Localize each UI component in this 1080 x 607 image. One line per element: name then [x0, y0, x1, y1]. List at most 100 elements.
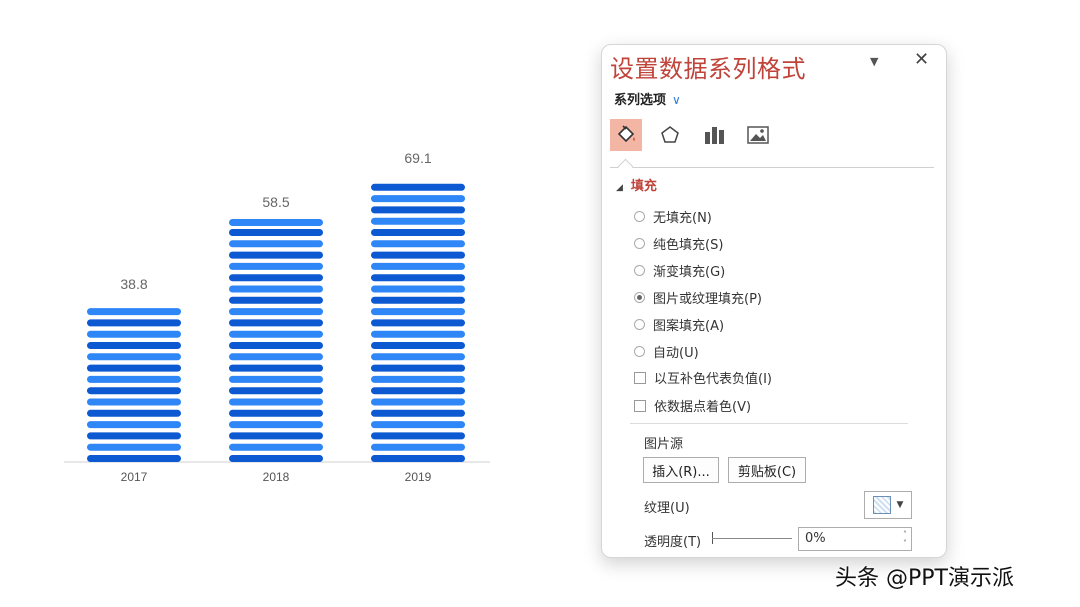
tab-fill-line[interactable] — [610, 119, 642, 151]
option-label: 无填充(N) — [653, 211, 712, 226]
bar-stripe — [229, 285, 323, 293]
transparency-label: 透明度(T) — [644, 535, 702, 550]
bar-stripe — [371, 421, 465, 429]
fill-section-label: 填充 — [630, 179, 657, 194]
bar-chart: 38.8 2017 58.5 2018 69.1 2019 — [64, 150, 490, 484]
bar-stripe — [371, 409, 465, 417]
radio-no-fill[interactable]: 无填充(N) — [634, 207, 712, 226]
bar-stripe — [371, 443, 465, 451]
bar-stripe — [229, 364, 323, 372]
checkbox-invert-negative[interactable]: 以互补色代表负值(I) — [634, 368, 772, 387]
bar-stripe — [371, 342, 465, 349]
radio-gradient-fill[interactable]: 渐变填充(G) — [634, 261, 725, 280]
bar-stripe — [229, 296, 323, 304]
transparency-input[interactable]: 0% ˄ ˅ — [798, 527, 912, 551]
bar-stripe — [229, 443, 323, 451]
insert-button[interactable]: 插入(R)... — [643, 457, 719, 483]
tab-divider — [610, 167, 934, 168]
bar-stripe — [87, 398, 181, 406]
bar-stripe — [371, 195, 465, 203]
bar-stripe — [371, 330, 465, 338]
x-tick-label: 2019 — [405, 470, 432, 484]
bar-stripe — [229, 308, 323, 316]
bar-stripe — [87, 342, 181, 349]
bar-stripe — [371, 206, 465, 214]
bar-stripe — [371, 364, 465, 372]
bar-stripe — [87, 421, 181, 429]
bar-stripe — [371, 251, 465, 259]
caret-down-icon: ▼ — [896, 500, 904, 510]
bar-stripe — [371, 240, 465, 248]
bar-stripe — [371, 398, 465, 406]
bar-stripe — [87, 432, 181, 440]
radio-icon — [634, 346, 645, 357]
bar-stripe — [87, 330, 181, 338]
bar-stripe — [87, 455, 181, 462]
clipboard-button[interactable]: 剪贴板(C) — [728, 457, 806, 483]
x-tick-label: 2018 — [263, 470, 290, 484]
close-icon[interactable]: ✕ — [914, 49, 929, 70]
fill-section-toggle[interactable]: ◢ 填充 — [616, 175, 657, 194]
image-icon — [747, 126, 769, 144]
bar-2019[interactable] — [371, 183, 465, 462]
pentagon-icon — [661, 126, 679, 143]
bar-stripe — [229, 398, 323, 406]
radio-selected-icon — [634, 292, 645, 303]
pane-options-dropdown-icon[interactable]: ▼ — [870, 55, 878, 68]
bar-stripe — [229, 455, 323, 462]
checkbox-vary-colors[interactable]: 依数据点着色(V) — [634, 396, 751, 415]
radio-auto-fill[interactable]: 自动(U) — [634, 342, 699, 361]
transparency-slider[interactable] — [712, 538, 792, 539]
bar-stripe — [229, 432, 323, 440]
bar-stripe — [371, 387, 465, 395]
radio-icon — [634, 211, 645, 222]
bar-stripe — [229, 229, 323, 236]
bar-stripe — [229, 421, 323, 429]
option-label: 依数据点着色(V) — [654, 400, 752, 415]
radio-picture-fill[interactable]: 图片或纹理填充(P) — [634, 288, 762, 307]
bar-stripe — [371, 455, 465, 462]
data-label: 58.5 — [262, 194, 289, 210]
bar-stripe — [229, 409, 323, 417]
radio-icon — [634, 238, 645, 249]
texture-dropdown[interactable]: ▼ — [864, 491, 912, 519]
tab-picture[interactable] — [742, 119, 774, 151]
bar-stripe — [229, 342, 323, 349]
series-options-dropdown[interactable]: 系列选项 ∨ — [614, 89, 681, 108]
bar-stripe — [371, 375, 465, 383]
radio-icon — [634, 319, 645, 330]
bar-stripe — [371, 285, 465, 293]
data-label: 69.1 — [404, 150, 431, 166]
bar-stripe — [371, 353, 465, 361]
bar-stripe — [229, 319, 323, 327]
bar-2017[interactable] — [87, 308, 181, 462]
bar-stripe — [229, 219, 323, 227]
bar-stripe — [371, 296, 465, 304]
texture-swatch-icon — [872, 496, 891, 514]
bar-stripe — [229, 251, 323, 259]
data-label: 38.8 — [120, 276, 147, 292]
bar-stripe — [229, 274, 323, 282]
radio-icon — [634, 265, 645, 276]
checkbox-icon — [634, 399, 646, 412]
series-options-label: 系列选项 — [614, 93, 667, 108]
bar-stripe — [371, 183, 465, 191]
collapse-triangle-icon: ◢ — [616, 183, 623, 193]
radio-pattern-fill[interactable]: 图案填充(A) — [634, 315, 724, 334]
tab-effects[interactable] — [654, 119, 686, 151]
spinner-icon[interactable]: ˄ ˅ — [903, 530, 907, 548]
bar-stripe — [229, 375, 323, 383]
option-label: 渐变填充(G) — [653, 265, 726, 280]
paint-bucket-icon — [617, 125, 635, 143]
bar-stripe — [229, 330, 323, 338]
bar-stripe — [371, 262, 465, 270]
bar-stripe — [229, 240, 323, 248]
radio-solid-fill[interactable]: 纯色填充(S) — [634, 234, 723, 253]
x-tick-label: 2017 — [121, 470, 148, 484]
tab-series-options[interactable] — [698, 119, 730, 151]
bar-chart-icon — [705, 127, 724, 144]
format-tabs — [610, 119, 930, 153]
bar-2018[interactable] — [229, 219, 323, 462]
bar-stripe — [87, 409, 181, 417]
option-label: 图片或纹理填充(P) — [653, 292, 762, 307]
